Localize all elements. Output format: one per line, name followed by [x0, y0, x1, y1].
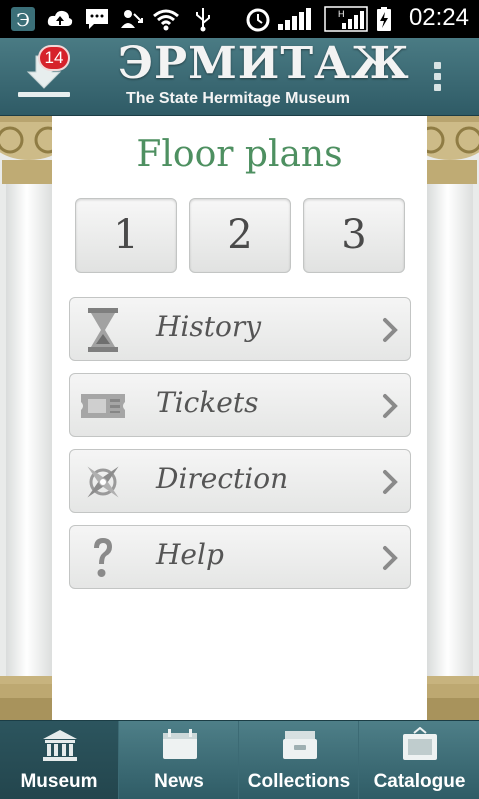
museum-icon: [43, 730, 77, 761]
status-bar: Э H 02:24: [0, 0, 479, 38]
direction-label: Direction: [156, 462, 289, 495]
bottom-navigation: Museum News Collections Catalogue: [0, 720, 479, 799]
chevron-right-icon: [383, 470, 398, 494]
battery-charging-icon: [377, 7, 391, 31]
nav-museum[interactable]: Museum: [0, 721, 119, 799]
chevron-right-icon: [383, 318, 398, 342]
floor-2-button[interactable]: 2: [189, 198, 291, 273]
missed-call-icon: [121, 10, 143, 28]
help-button[interactable]: Help: [69, 525, 411, 589]
nav-catalogue[interactable]: Catalogue: [360, 721, 479, 799]
download-count-badge: 14: [38, 45, 70, 71]
chat-icon: [86, 9, 108, 29]
app-icon: Э: [11, 7, 35, 31]
question-icon: [94, 538, 112, 577]
hd-signal-icon: H: [324, 6, 368, 32]
tickets-button[interactable]: Tickets: [69, 373, 411, 437]
alarm-icon: [246, 8, 270, 32]
left-column-decoration: [0, 116, 66, 720]
history-button[interactable]: History: [69, 297, 411, 361]
app-logo-subtitle: The State Hermitage Museum: [125, 90, 351, 107]
history-label: History: [156, 310, 262, 343]
ticket-icon: [81, 394, 125, 418]
hourglass-icon: [88, 308, 118, 352]
catalogue-icon: [403, 727, 437, 760]
tickets-label: Tickets: [156, 386, 259, 419]
status-time: 02:24: [408, 4, 469, 31]
collections-icon: [283, 731, 317, 759]
nav-collections[interactable]: Collections: [240, 721, 359, 799]
compass-icon: [87, 466, 119, 498]
nav-collections-label: Collections: [247, 771, 351, 792]
svg-text:H: H: [338, 9, 345, 19]
chevron-right-icon: [383, 394, 398, 418]
chevron-right-icon: [383, 546, 398, 570]
overflow-menu-button[interactable]: [426, 58, 450, 94]
signal-icon: [278, 8, 311, 30]
page-title: Floor plans: [136, 134, 343, 175]
help-label: Help: [156, 538, 224, 571]
usb-icon: [196, 8, 210, 32]
nav-news-label: News: [154, 771, 204, 792]
floor-1-button[interactable]: 1: [75, 198, 177, 273]
nav-news[interactable]: News: [120, 721, 239, 799]
floor-3-button[interactable]: 3: [303, 198, 405, 273]
right-column-decoration: [413, 116, 479, 720]
app-logo-title: ЭРМИТАЖ: [118, 38, 410, 89]
nav-museum-label: Museum: [20, 771, 98, 792]
svg-text:Э: Э: [16, 10, 30, 31]
nav-catalogue-label: Catalogue: [373, 771, 466, 792]
wifi-icon: [153, 9, 179, 31]
cloud-upload-icon: [47, 10, 73, 26]
news-icon: [163, 729, 197, 759]
direction-button[interactable]: Direction: [69, 449, 411, 513]
main-content: Floor plans 1 2 3 History Tickets Direct…: [52, 116, 427, 720]
